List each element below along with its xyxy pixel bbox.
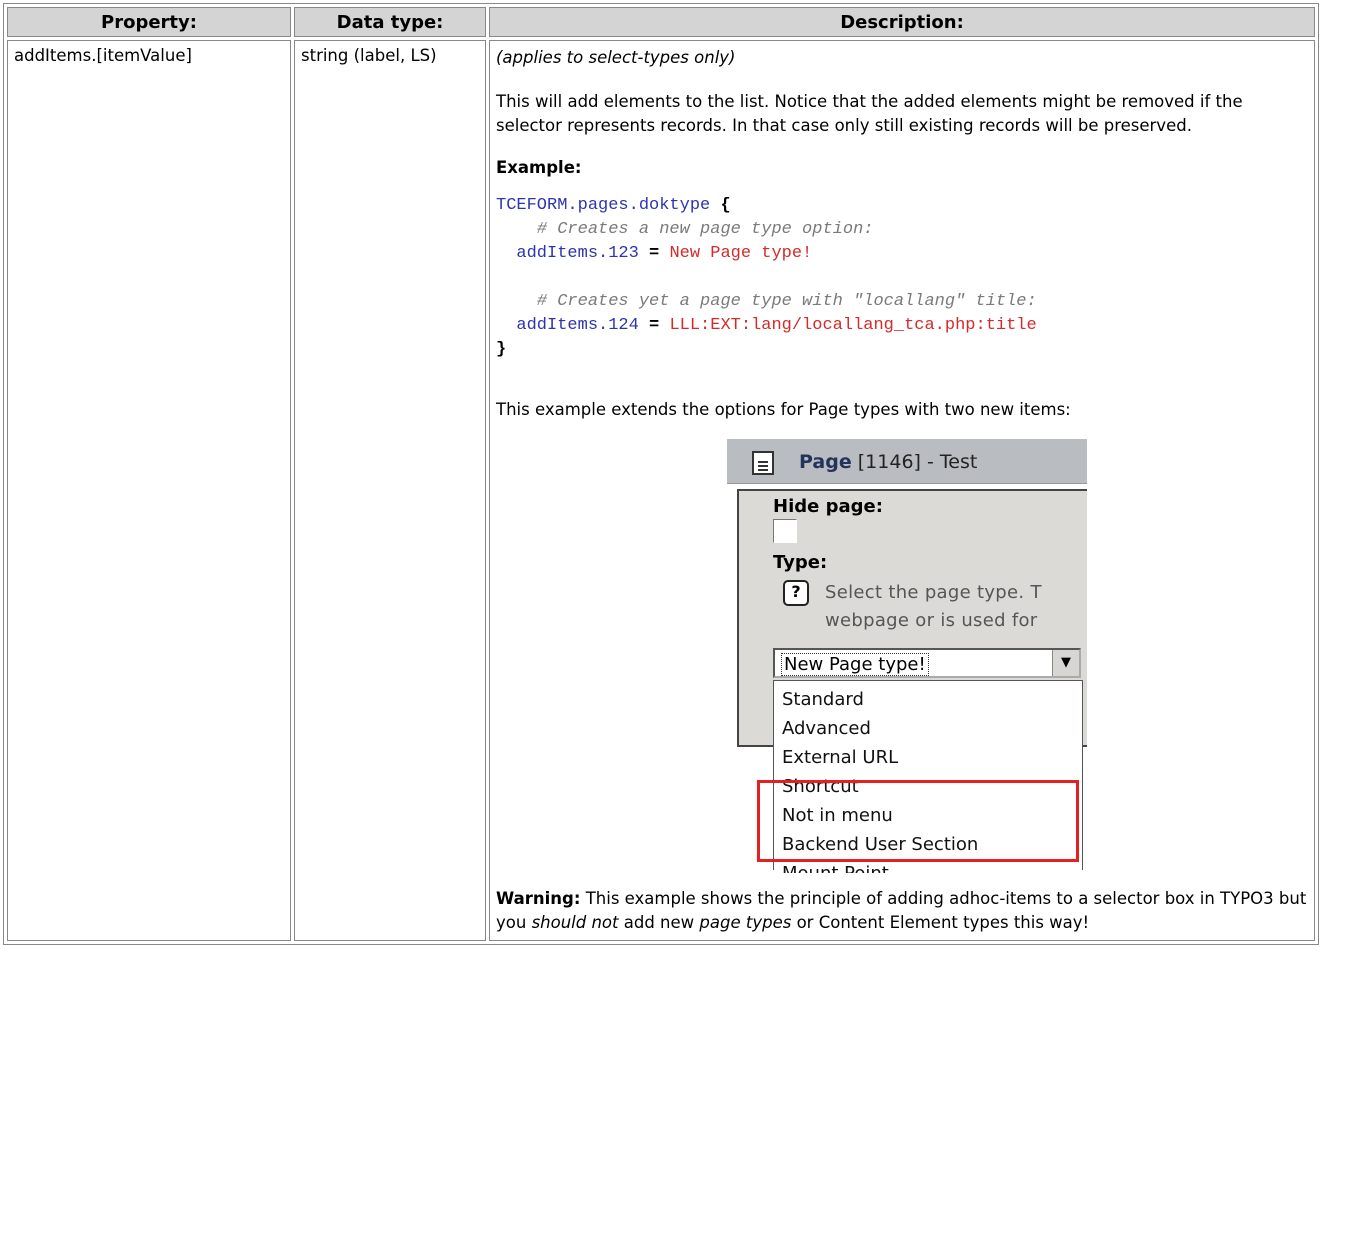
dropdown-option[interactable]: Advanced bbox=[774, 714, 1082, 743]
header-property: Property: bbox=[7, 7, 291, 37]
property-table: Property: Data type: Description: addIte… bbox=[3, 3, 1319, 945]
type-hint-line: Select the page type. T bbox=[825, 582, 1042, 603]
highlight-callout-box bbox=[757, 780, 1079, 862]
dropdown-option[interactable]: External URL bbox=[774, 743, 1082, 772]
code-key: addItems.123 bbox=[516, 244, 639, 263]
code-operator: = bbox=[649, 244, 660, 263]
code-value: LLL:EXT:lang/locallang_tca.php:title bbox=[669, 316, 1037, 335]
page-icon bbox=[752, 451, 774, 475]
datatype-cell: string (label, LS) bbox=[294, 40, 486, 941]
page-type-select[interactable]: New Page type! ▼ bbox=[773, 648, 1081, 678]
warning-paragraph: Warning: This example shows the principl… bbox=[496, 887, 1308, 935]
type-hint-line: webpage or is used for bbox=[825, 610, 1038, 631]
intro-paragraph: This will add elements to the list. Noti… bbox=[496, 92, 1243, 135]
table-row: addItems.[itemValue] string (label, LS) … bbox=[7, 40, 1315, 941]
description-cell: (applies to select-types only) This will… bbox=[489, 40, 1315, 941]
record-title: Page [1146] - Test bbox=[799, 451, 977, 473]
code-comment: # Creates yet a page type with "locallan… bbox=[536, 292, 1037, 311]
applies-note: (applies to select-types only) bbox=[496, 48, 736, 67]
code-operator: = bbox=[649, 316, 660, 335]
header-description: Description: bbox=[489, 7, 1315, 37]
help-icon[interactable]: ? bbox=[783, 580, 809, 606]
hide-page-label: Hide page: bbox=[773, 496, 883, 517]
warning-emphasis: should not bbox=[531, 913, 619, 932]
selected-value: New Page type! bbox=[781, 653, 929, 676]
extends-paragraph: This example extends the options for Pag… bbox=[496, 400, 1071, 419]
page-type-screenshot: Page [1146] - Test Hide page: Type: ? Se… bbox=[727, 436, 1087, 873]
hide-page-checkbox[interactable] bbox=[773, 519, 797, 543]
code-key: TCEFORM.pages.doktype bbox=[496, 196, 711, 215]
code-value: New Page type! bbox=[669, 244, 813, 263]
table-header-row: Property: Data type: Description: bbox=[7, 7, 1315, 37]
warning-text: add new bbox=[618, 913, 700, 932]
record-header: Page [1146] - Test bbox=[727, 439, 1087, 484]
code-brace-open: { bbox=[720, 196, 731, 215]
property-cell: addItems.[itemValue] bbox=[7, 40, 291, 941]
code-comment: # Creates a new page type option: bbox=[536, 220, 874, 239]
code-key: addItems.124 bbox=[516, 316, 639, 335]
warning-text: or Content Element types this way! bbox=[791, 913, 1090, 932]
header-datatype: Data type: bbox=[294, 7, 486, 37]
example-label: Example: bbox=[496, 158, 582, 177]
record-title-type: Page bbox=[799, 451, 852, 473]
warning-label: Warning: bbox=[496, 889, 581, 908]
code-brace-close: } bbox=[496, 340, 507, 359]
chevron-down-icon[interactable]: ▼ bbox=[1052, 650, 1079, 676]
record-title-rest: [1146] - Test bbox=[851, 451, 978, 473]
warning-emphasis: page types bbox=[699, 913, 792, 932]
type-label: Type: bbox=[773, 552, 828, 573]
dropdown-option[interactable]: Standard bbox=[774, 685, 1082, 714]
code-example: TCEFORM.pages.doktype { # Creates a new … bbox=[496, 194, 1308, 362]
